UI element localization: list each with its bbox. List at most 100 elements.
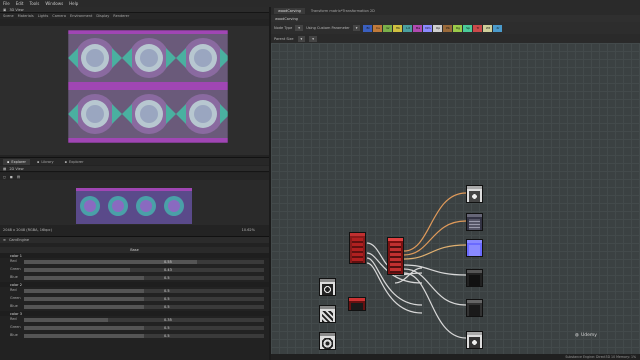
param-slider-label: Blue (10, 333, 18, 337)
bitmap-toolbar: ◻ ◼ ▤ (0, 173, 269, 180)
node-type-dropdown[interactable]: ▾ (295, 25, 304, 31)
bitmap-resolution: 2048 x 2048 (RGBA, 16bpc) (3, 227, 52, 232)
node-graph-canvas[interactable] (271, 43, 640, 360)
param-slider[interactable]: 0.5 (24, 276, 264, 280)
tile-icon[interactable]: ▤ (17, 175, 20, 179)
udemy-watermark: ◍ Udemy (575, 333, 597, 338)
node-swatch[interactable]: Gr (383, 24, 393, 32)
sliders-icon: ≡ (3, 238, 6, 242)
param-slider-row: Red 0.35 (0, 316, 269, 324)
node-pattern-c[interactable] (319, 332, 336, 350)
node-swatch[interactable]: Ma (413, 24, 423, 32)
param-slider[interactable]: 0.35 (24, 318, 264, 322)
viewport-menu-materials[interactable]: Materials (18, 14, 34, 18)
param-slider-value: 0.5 (164, 326, 170, 330)
node-swatch[interactable]: Ld (403, 24, 413, 32)
library-icon: ▪ (36, 159, 40, 164)
menu-edit[interactable]: Edit (16, 1, 24, 6)
param-slider-fill (24, 305, 144, 309)
node-swatch[interactable]: Nm (423, 24, 433, 32)
viewport-menu-display[interactable]: Display (96, 14, 109, 18)
viewport-menu-renderer[interactable]: Renderer (113, 14, 129, 18)
channel-icon[interactable]: ◼ (10, 175, 13, 179)
node-swatch[interactable]: Op (433, 24, 443, 32)
node-uniform-color[interactable] (349, 232, 366, 264)
node-swatch[interactable]: Pb (443, 24, 453, 32)
param-slider[interactable]: 0.5 (24, 326, 264, 330)
graph-tabs: woodCarving Transform matrix*Transformat… (271, 7, 640, 15)
param-slider-row: Blue 0.5 (0, 332, 269, 340)
node-output-metallic[interactable] (466, 299, 483, 317)
folder-icon: ▪ (64, 159, 67, 164)
node-pattern-a[interactable] (319, 278, 336, 296)
param-slider-value: 0.5 (164, 289, 170, 293)
viewport-menu-camera[interactable]: Camera (52, 14, 66, 18)
node-output-ao[interactable] (466, 331, 483, 349)
param-slider-row: Blue 0.5 (0, 274, 269, 282)
node-pattern-b[interactable] (319, 305, 336, 323)
zoom-level[interactable]: 10.62% (242, 228, 255, 232)
param-slider-label: Green (10, 267, 21, 271)
viewport-menu-lights[interactable]: Lights (38, 14, 49, 18)
param-slider-fill (24, 268, 130, 272)
param-slider[interactable]: 0.43 (24, 268, 264, 272)
param-slider-value: 0.55 (164, 260, 172, 264)
node-output-normal[interactable] (466, 213, 483, 231)
graph-path: woodCarving (271, 15, 640, 22)
node-output-height[interactable] (466, 239, 483, 257)
node-swatch[interactable]: Xr (493, 24, 503, 32)
menu-windows[interactable]: Windows (45, 1, 63, 6)
node-swatch[interactable]: Hb (393, 24, 403, 32)
node-swatch[interactable]: Sp (463, 24, 473, 32)
tab-explorer[interactable]: ▪ Explorer (3, 158, 30, 165)
param-slider[interactable]: 0.5 (24, 334, 264, 338)
panel-tabs: ▪ Explorer ▪ Library ▪ Explorer (0, 157, 269, 165)
wire (403, 220, 467, 256)
custom-param-dropdown[interactable]: ▾ (352, 25, 361, 31)
param-slider-label: Red (10, 259, 17, 263)
viewport-3d[interactable] (0, 26, 269, 155)
tab-graph-transform[interactable]: Transform matrix*Transformation 2D (307, 8, 379, 14)
parent-size-height[interactable]: ▾ (309, 35, 318, 42)
param-slider-fill (24, 289, 144, 293)
node-swatch[interactable]: Wt (483, 24, 493, 32)
wire (403, 244, 467, 260)
node-swatch[interactable]: Cu (373, 24, 383, 32)
parameter-groups: color 1 Red 0.55 Green 0.43 Blue 0.5 color 2 Red… (0, 253, 269, 340)
menu-file[interactable]: File (3, 1, 10, 6)
node-swatch[interactable]: Rg (453, 24, 463, 32)
param-slider[interactable]: 0.5 (24, 289, 264, 293)
tab-library[interactable]: ▪ Library (33, 159, 58, 165)
bitmap-preview (76, 188, 192, 224)
param-slider[interactable]: 0.5 (24, 297, 264, 301)
param-slider[interactable]: 0.55 (24, 260, 264, 264)
parent-size-width[interactable]: ▾ (297, 35, 306, 42)
menu-help[interactable]: Help (69, 1, 78, 6)
param-slider-row: Blue 0.5 (0, 303, 269, 311)
cube-icon: ▣ (3, 7, 7, 12)
graph-toolbar: Node Type ▾ Using Custom Parameter ▾ Bl C… (271, 22, 640, 34)
param-slider-fill (24, 276, 144, 280)
param-slider-fill (24, 297, 144, 301)
parameters-title: CarvEngine (8, 238, 30, 242)
tab-explorer-2[interactable]: ▪ Explorer (61, 159, 88, 165)
viewport-menu-scene[interactable]: Scene (3, 14, 14, 18)
param-slider-value: 0.43 (164, 268, 172, 272)
node-output-basecolor[interactable] (466, 185, 483, 203)
node-swatch[interactable]: Bl (363, 24, 373, 32)
node-material-output[interactable] (387, 237, 404, 275)
bitmap-view[interactable] (0, 180, 269, 225)
node-output-roughness[interactable] (466, 269, 483, 287)
graph-options-bar: Parent Size ▾ ▾ (271, 34, 640, 43)
node-blend[interactable] (348, 297, 366, 311)
viewport-menu-environment[interactable]: Environment (70, 14, 92, 18)
param-slider-row: Red 0.5 (0, 287, 269, 295)
node-swatch[interactable]: Tr (473, 24, 483, 32)
parameters-title-bar: ≡ CarvEngine (0, 237, 269, 243)
fit-icon[interactable]: ◻ (3, 175, 6, 179)
param-slider[interactable]: 0.5 (24, 305, 264, 309)
viewport-menu: Scene Materials Lights Camera Environmen… (0, 13, 269, 19)
tab-graph-woodcarving[interactable]: woodCarving (274, 8, 305, 14)
menu-tools[interactable]: Tools (29, 1, 39, 6)
bitmap-status-bar: 2048 x 2048 (RGBA, 16bpc) 10.62% (0, 225, 269, 234)
